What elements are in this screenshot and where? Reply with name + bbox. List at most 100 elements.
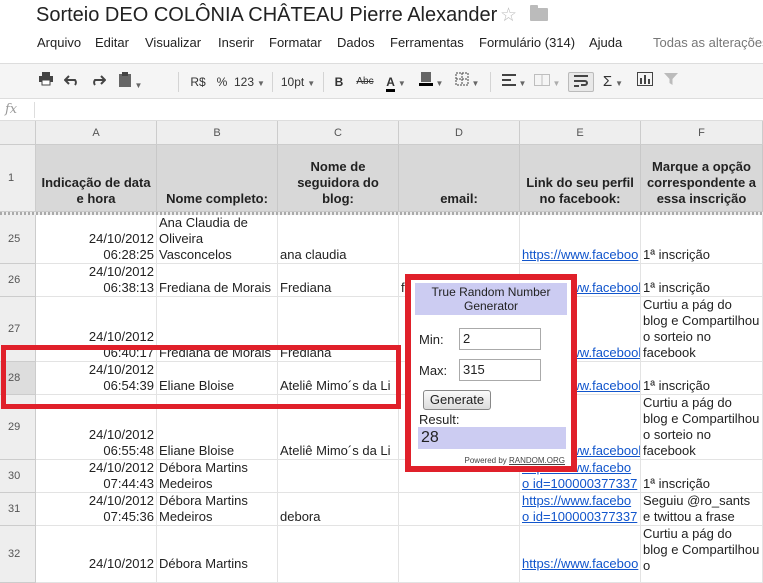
align-button[interactable]: ▼: [499, 72, 529, 92]
column-header-e[interactable]: E: [520, 121, 641, 145]
table-cell-timestamp[interactable]: 24/10/2012 06:38:13: [36, 264, 157, 297]
table-cell-option[interactable]: Curtiu a pág do blog e Compartilhou o so…: [641, 297, 763, 362]
select-all-corner[interactable]: [0, 121, 36, 145]
wrap-text-icon[interactable]: [568, 72, 594, 92]
table-cell-facebook-link[interactable]: https://www.faceboo id=10000037733703: [520, 493, 641, 526]
font-size-label: 10pt: [280, 75, 305, 89]
number-format-label: 123: [234, 75, 255, 89]
header-cell-follower[interactable]: Nome de seguidora do blog:: [278, 145, 399, 212]
table-cell-follower[interactable]: ana claudia: [278, 215, 399, 264]
text-color-icon: A: [386, 75, 395, 92]
merge-cells-icon[interactable]: ▼: [533, 72, 561, 92]
save-status: Todas as alterações: [653, 35, 763, 50]
row-header[interactable]: 32: [0, 526, 36, 583]
table-cell-name[interactable]: Débora Martins Medeiros: [157, 493, 278, 526]
table-cell-timestamp[interactable]: 24/10/2012: [36, 526, 157, 583]
table-cell-facebook-link[interactable]: https://www.faceboo: [520, 215, 641, 264]
fx-icon: fx: [5, 102, 18, 117]
random-widget-panel: True Random Number Generator Min: 2 Max:…: [411, 280, 571, 466]
random-org-link[interactable]: RANDOM.ORG: [509, 456, 565, 465]
row-header[interactable]: 31: [0, 493, 36, 526]
menu-ferramentas[interactable]: Ferramentas: [390, 35, 464, 50]
number-format-button[interactable]: 123 ▼: [234, 72, 265, 92]
column-header-b[interactable]: B: [157, 121, 278, 145]
result-label: Result:: [419, 412, 460, 427]
table-cell-timestamp[interactable]: 24/10/2012 07:45:36: [36, 493, 157, 526]
table-cell-email[interactable]: [399, 215, 520, 264]
column-header-c[interactable]: C: [278, 121, 399, 145]
table-cell-option[interactable]: Curtiu a pág do blog e Compartilhou o so…: [641, 395, 763, 460]
menu-formatar[interactable]: Formatar: [269, 35, 322, 50]
folder-icon[interactable]: [530, 5, 548, 21]
print-icon[interactable]: [36, 72, 56, 92]
table-cell-timestamp[interactable]: 24/10/2012 06:28:25: [36, 215, 157, 264]
menu-ajuda[interactable]: Ajuda: [589, 35, 622, 50]
table-cell-follower[interactable]: Frediana: [278, 264, 399, 297]
table-cell-follower[interactable]: [278, 526, 399, 583]
generate-button[interactable]: Generate: [423, 390, 491, 410]
table-cell-option[interactable]: 1ª inscrição: [641, 460, 763, 493]
table-cell-email[interactable]: [399, 526, 520, 583]
formula-divider: [34, 102, 35, 118]
font-size-select[interactable]: 10pt ▼: [280, 72, 316, 92]
paint-format-icon[interactable]: ▼: [113, 72, 147, 92]
fill-color-button[interactable]: ▼: [417, 72, 445, 92]
min-input[interactable]: 2: [459, 328, 541, 350]
table-cell-timestamp[interactable]: 24/10/2012 07:44:43: [36, 460, 157, 493]
row-header[interactable]: 26: [0, 264, 36, 297]
text-color-button[interactable]: A ▼: [382, 72, 410, 92]
random-number-widget: True Random Number Generator Min: 2 Max:…: [405, 274, 577, 472]
menu-inserir[interactable]: Inserir: [218, 35, 254, 50]
strikethrough-button[interactable]: Abc: [354, 72, 376, 92]
header-cell-option[interactable]: Marque a opção correspondente a essa ins…: [641, 145, 763, 212]
row-header[interactable]: 30: [0, 460, 36, 493]
menu-formulario[interactable]: Formulário (314): [479, 35, 575, 50]
formula-bar: fx: [0, 99, 763, 121]
powered-by: Powered by RANDOM.ORG: [465, 456, 565, 465]
document-title[interactable]: Sorteio DEO COLÔNIA CHÂTEAU Pierre Alexa…: [36, 4, 497, 27]
table-cell-option[interactable]: Curtiu a pág do blog e Compartilhou o: [641, 526, 763, 583]
header-cell-email[interactable]: email:: [399, 145, 520, 212]
redo-icon[interactable]: [88, 72, 108, 92]
table-cell-facebook-link[interactable]: https://www.faceboo: [520, 526, 641, 583]
table-cell-option[interactable]: 1ª inscrição: [641, 264, 763, 297]
borders-button[interactable]: ▼: [452, 72, 482, 92]
table-cell-name[interactable]: Ana Claudia de Oliveira Vasconcelos: [157, 215, 278, 264]
toolbar: ▼ R$ % 123 ▼ 10pt ▼ B Abc A ▼ ▼ ▼ ▼ ▼ Σ ▼: [0, 63, 763, 99]
functions-button[interactable]: Σ ▼: [600, 72, 626, 92]
table-cell-name[interactable]: Débora Martins Medeiros: [157, 460, 278, 493]
percent-format-button[interactable]: %: [214, 72, 230, 92]
currency-format-button[interactable]: R$: [188, 72, 208, 92]
undo-icon[interactable]: [62, 72, 82, 92]
table-cell-option[interactable]: Seguiu @ro_sants e twittou a frase: [641, 493, 763, 526]
max-label: Max:: [419, 363, 448, 378]
table-cell-name[interactable]: Débora Martins: [157, 526, 278, 583]
spreadsheet-grid: A B C D E F 1 Indicação de data e hora N…: [0, 121, 763, 583]
header-cell-name[interactable]: Nome completo:: [157, 145, 278, 212]
table-cell-follower[interactable]: [278, 460, 399, 493]
row-header-1[interactable]: 1: [0, 145, 36, 212]
star-icon[interactable]: ☆: [500, 4, 517, 27]
menu-dados[interactable]: Dados: [337, 35, 375, 50]
table-cell-name[interactable]: Frediana de Morais: [157, 264, 278, 297]
column-header-d[interactable]: D: [399, 121, 520, 145]
table-cell-option[interactable]: 1ª inscrição: [641, 362, 763, 395]
menu-visualizar[interactable]: Visualizar: [145, 35, 201, 50]
min-label: Min:: [419, 332, 444, 347]
max-input[interactable]: 315: [459, 359, 541, 381]
menu-editar[interactable]: Editar: [95, 35, 129, 50]
header-cell-facebook[interactable]: Link do seu perfil no facebook:: [520, 145, 641, 212]
insert-chart-icon[interactable]: [634, 72, 656, 92]
column-header-f[interactable]: F: [641, 121, 763, 145]
table-cell-option[interactable]: 1ª inscrição: [641, 215, 763, 264]
bold-button[interactable]: B: [331, 72, 347, 92]
table-cell-email[interactable]: [399, 493, 520, 526]
winner-highlight-box: [1, 345, 401, 409]
result-value: 28: [418, 427, 566, 449]
table-cell-follower[interactable]: debora: [278, 493, 399, 526]
column-header-a[interactable]: A: [36, 121, 157, 145]
header-cell-timestamp[interactable]: Indicação de data e hora: [36, 145, 157, 212]
filter-icon[interactable]: [662, 72, 680, 92]
menu-arquivo[interactable]: Arquivo: [37, 35, 81, 50]
row-header[interactable]: 25: [0, 215, 36, 264]
